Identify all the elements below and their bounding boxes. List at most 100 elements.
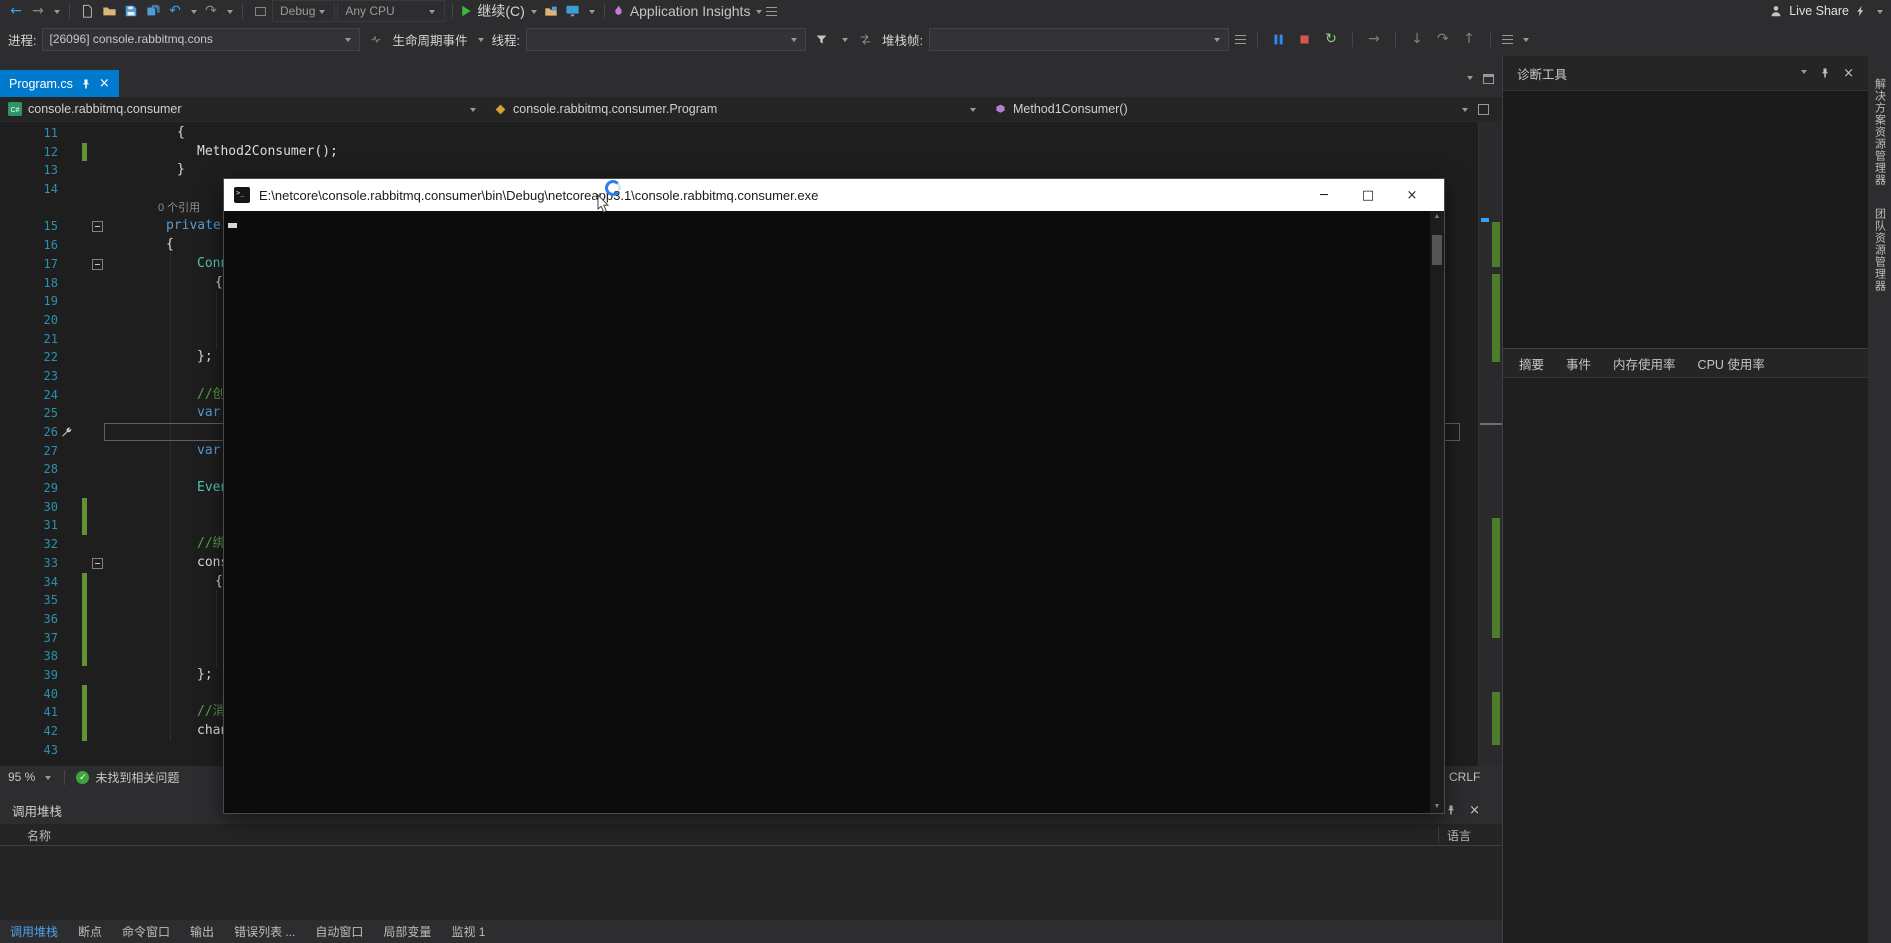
console-scrollbar[interactable]: ▲ ▼ [1430,211,1444,813]
redo-button[interactable]: ↷ [201,1,221,21]
diagnostics-tab-CPU 使用率[interactable]: CPU 使用率 [1698,354,1765,373]
process-dropdown[interactable]: [26096] console.rabbitmq.cons [42,28,360,51]
pin-icon[interactable] [80,78,92,90]
filter-threads-button[interactable] [812,29,832,49]
save-button[interactable] [121,1,141,21]
column-separator[interactable] [1438,826,1439,843]
console-output-area[interactable]: ▲ ▼ [224,211,1444,813]
bottom-tab-监视 1[interactable]: 监视 1 [451,923,485,940]
active-files-caret[interactable] [1467,76,1473,83]
feedback-button[interactable] [1851,1,1871,21]
type-dropdown[interactable]: console.rabbitmq.consumer.Program [486,97,986,121]
lifecycle-events-label[interactable]: 生命周期事件 [392,30,467,49]
diagnostic-tools-header[interactable]: 诊断工具 × [1503,56,1868,90]
threads-label: 线程: [492,30,520,49]
flag-threads-button[interactable] [856,29,876,49]
live-share-button[interactable]: Live Share [1769,1,1849,21]
stop-debugging-button[interactable] [1295,29,1315,49]
bottom-tab-断点[interactable]: 断点 [78,923,102,940]
feedback-caret[interactable] [1877,10,1883,17]
health-check-icon[interactable]: ✓ [76,771,89,784]
console-scrollbar-thumb[interactable] [1432,235,1442,265]
show-next-statement-icon: → [1368,31,1380,47]
environment-button[interactable] [541,1,561,21]
fold-collapse-toggle[interactable] [92,259,103,270]
step-over-button[interactable]: ↷ [1433,29,1453,49]
close-tab-icon[interactable]: × [99,76,110,91]
scroll-up-icon[interactable]: ▲ [1430,211,1444,223]
zoom-level[interactable]: 95 % [8,770,35,784]
bottom-tab-局部变量[interactable]: 局部变量 [383,923,431,940]
console-minimize-button[interactable]: ─ [1302,188,1346,203]
pin-icon[interactable] [1819,67,1831,79]
restart-button[interactable]: ↻ [1321,29,1341,49]
show-next-statement-button[interactable]: → [1364,29,1384,49]
toolbar-overflow-button[interactable] [766,7,777,16]
editor-scrollbar[interactable] [1478,122,1502,766]
thread-dropdown[interactable] [526,28,806,51]
fold-collapse-toggle[interactable] [92,558,103,569]
pin-icon[interactable] [1445,804,1457,816]
lifecycle-events-caret[interactable] [478,38,484,45]
column-name[interactable]: 名称 [27,827,51,844]
diagnostics-tab-摘要[interactable]: 摘要 [1519,354,1544,373]
zoom-caret[interactable] [45,776,51,783]
open-file-button[interactable] [99,1,119,21]
project-dropdown[interactable]: C# console.rabbitmq.consumer [0,97,486,121]
bottom-tab-输出[interactable]: 输出 [190,923,214,940]
call-stack-body[interactable] [0,846,1502,920]
fold-collapse-toggle[interactable] [92,221,103,232]
console-window[interactable]: E:\netcore\console.rabbitmq.consumer\bin… [223,178,1445,814]
diagnostics-tab-内存使用率[interactable]: 内存使用率 [1613,354,1676,373]
solution-platform-dropdown[interactable]: Any CPU [337,0,445,22]
application-insights-caret[interactable] [756,10,762,17]
new-file-button[interactable] [77,1,97,21]
panel-menu-caret[interactable] [1801,70,1807,77]
tab-program-cs[interactable]: Program.cs × [0,70,119,97]
auto-hide-tab-解决方案资源管理器[interactable]: 解决方案资源管理器 [1872,78,1888,186]
navigate-forward-button[interactable]: → [28,1,48,21]
continue-caret[interactable] [531,10,537,17]
console-maximize-button[interactable]: □ [1346,188,1390,203]
redo-caret[interactable] [227,10,233,17]
codelens-references[interactable]: 0 个引用 [158,199,200,218]
debug-toolbar-overflow-caret[interactable] [1523,38,1529,45]
auto-hide-tab-团队资源管理器[interactable]: 团队资源管理器 [1872,208,1888,292]
step-over-icon: ↷ [1437,31,1449,47]
step-into-button[interactable]: ↓ [1407,29,1427,49]
target-device-caret[interactable] [589,10,595,17]
bottom-tab-错误列表 ...[interactable]: 错误列表 ... [234,923,295,940]
close-panel-icon[interactable]: × [1469,803,1480,818]
continue-button[interactable]: 继续(C) [460,1,524,21]
bottom-tab-命令窗口[interactable]: 命令窗口 [122,923,170,940]
scroll-down-icon[interactable]: ▼ [1430,801,1444,813]
filter-threads-caret[interactable] [842,38,848,45]
diagnostics-tab-事件[interactable]: 事件 [1566,354,1591,373]
toolbar-separator [1395,32,1396,47]
bottom-tab-调用堆栈[interactable]: 调用堆栈 [10,923,58,940]
member-dropdown[interactable]: Method1Consumer() [986,97,1478,121]
application-insights-button[interactable]: Application Insights [612,1,751,21]
split-window-icon[interactable] [1478,104,1489,115]
navigate-back-button[interactable]: ← [6,1,26,21]
solution-configuration-dropdown[interactable]: Debug [272,0,335,22]
stack-frame-menu-button[interactable] [1235,35,1246,44]
close-panel-icon[interactable]: × [1843,66,1854,81]
break-all-button[interactable] [1269,29,1289,49]
target-device-button[interactable] [563,1,583,21]
stack-frame-dropdown[interactable] [929,28,1229,51]
undo-caret[interactable] [191,10,197,17]
console-title-bar[interactable]: E:\netcore\console.rabbitmq.consumer\bin… [224,179,1444,211]
bottom-tab-自动窗口[interactable]: 自动窗口 [315,923,363,940]
window-layout-icon[interactable] [1483,74,1494,84]
navigate-back-icon: ← [10,3,22,19]
debug-toolbar-overflow-button[interactable] [1502,35,1513,44]
undo-button[interactable]: ↶ [165,1,185,21]
console-close-button[interactable]: × [1390,188,1434,203]
column-language[interactable]: 语言 [1447,827,1471,844]
navigation-history-caret[interactable] [54,10,60,17]
save-all-button[interactable] [143,1,163,21]
health-status-text[interactable]: 未找到相关问题 [95,769,179,786]
step-out-button[interactable]: ↑ [1459,29,1479,49]
line-ending-indicator[interactable]: CRLF [1449,770,1480,784]
